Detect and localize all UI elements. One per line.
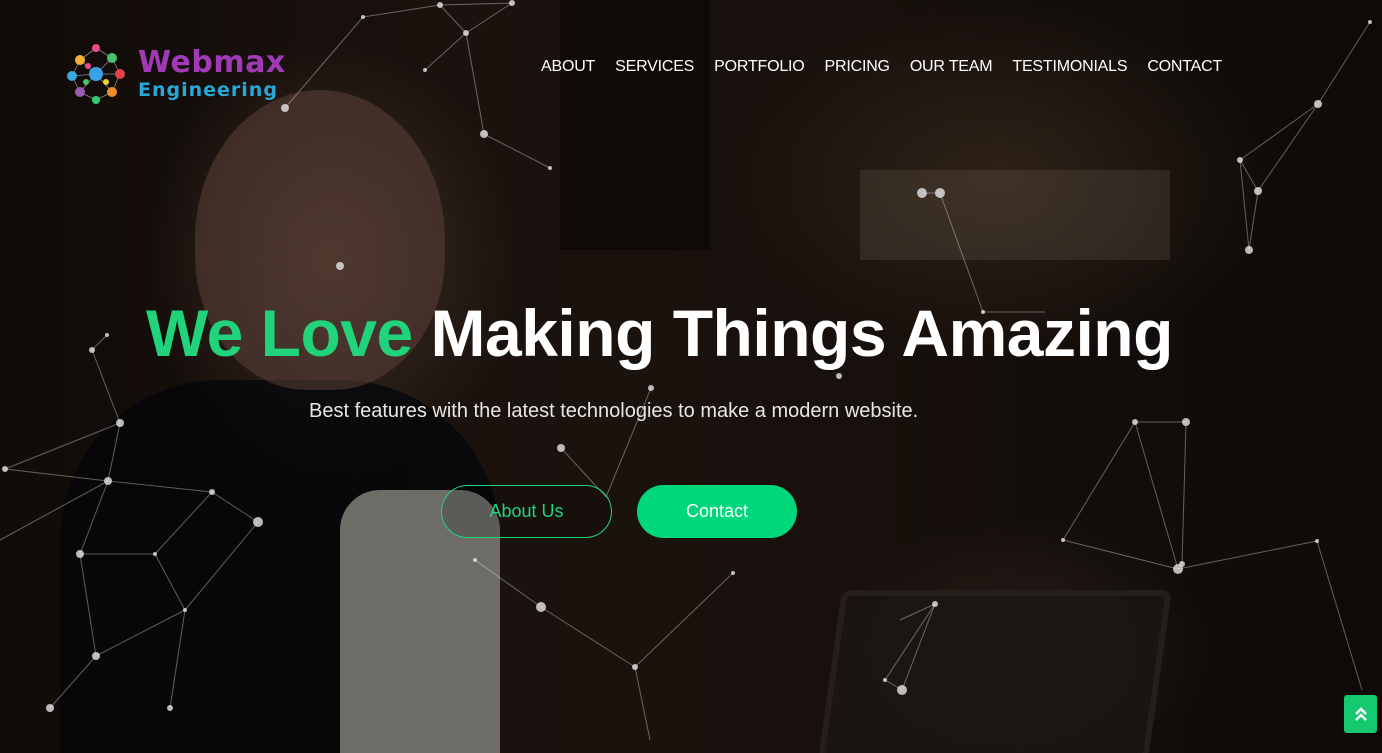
nav-link-portfolio[interactable]: PORTFOLIO <box>714 58 805 76</box>
nav-link-testimonials[interactable]: TESTIMONIALS <box>1012 58 1127 76</box>
back-to-top-button[interactable] <box>1344 695 1377 733</box>
brand-tagline: Engineering <box>138 79 278 101</box>
hero-headline: We Love Making Things Amazing <box>146 295 1173 371</box>
headline-accent: We Love <box>146 296 413 370</box>
double-chevron-up-icon <box>1354 707 1367 721</box>
brand-logo[interactable]: Webmax Engineering <box>60 38 286 110</box>
about-us-button[interactable]: About Us <box>441 485 612 538</box>
nav-link-our-team[interactable]: OUR TEAM <box>910 58 993 76</box>
hero-subheadline: Best features with the latest technologi… <box>309 400 919 422</box>
nav-link-contact[interactable]: CONTACT <box>1147 58 1222 76</box>
headline-rest: Making Things Amazing <box>430 296 1174 370</box>
main-navigation: ABOUT SERVICES PORTFOLIO PRICING OUR TEA… <box>541 58 1222 76</box>
contact-button[interactable]: Contact <box>637 485 797 538</box>
nav-link-pricing[interactable]: PRICING <box>825 58 890 76</box>
nav-link-services[interactable]: SERVICES <box>615 58 694 76</box>
nav-link-about[interactable]: ABOUT <box>541 58 595 76</box>
logo-sphere-icon <box>67 44 125 104</box>
particle-network <box>0 0 1372 741</box>
brand-name: Webmax <box>138 45 286 80</box>
